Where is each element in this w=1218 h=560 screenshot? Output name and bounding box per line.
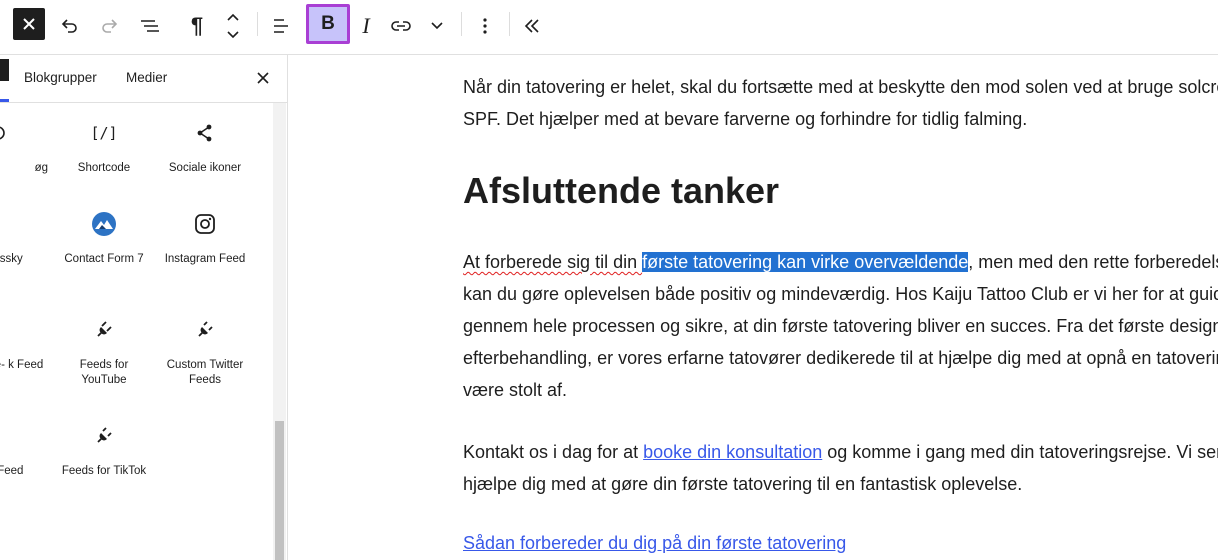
sidebar-scrollbar-thumb[interactable] bbox=[275, 421, 284, 560]
block-social-icons[interactable]: Sociale ikoner bbox=[160, 119, 250, 176]
block-custom-twitter-feeds[interactable]: Custom Twitter Feeds bbox=[160, 316, 250, 388]
text-run: At forberede sig til din bbox=[463, 252, 643, 272]
preparation-guide-link[interactable]: Sådan forbereder du dig på din første ta… bbox=[463, 527, 846, 559]
plugin-icon bbox=[97, 427, 112, 443]
close-panel-button[interactable] bbox=[254, 69, 272, 87]
block-facebook-feed[interactable]: m Face- k Feed bbox=[0, 316, 48, 373]
chevron-down-icon bbox=[431, 22, 443, 30]
document-overview-button[interactable] bbox=[136, 10, 164, 42]
selected-text[interactable]: første tatovering kan virke overvældende bbox=[642, 252, 969, 272]
close-icon bbox=[23, 18, 35, 30]
close-icon bbox=[257, 72, 269, 84]
link-icon bbox=[391, 21, 411, 31]
tab-patterns[interactable]: Blokgrupper bbox=[24, 70, 97, 85]
tag-icon bbox=[0, 214, 13, 234]
more-vertical-icon bbox=[483, 18, 487, 34]
tab-media[interactable]: Medier bbox=[126, 70, 167, 85]
undo-button[interactable] bbox=[55, 10, 83, 42]
plugin-icon bbox=[0, 321, 12, 339]
undo-icon bbox=[61, 19, 77, 33]
paragraph-icon: ¶ bbox=[190, 13, 204, 38]
paragraph-line: hjælpe dig med at gøre din første tatove… bbox=[463, 474, 1023, 494]
contact-form-7-icon bbox=[92, 212, 116, 236]
block-toolbar: ¶ B I bbox=[0, 0, 1218, 55]
block-type-button[interactable]: ¶ bbox=[184, 10, 210, 42]
italic-button[interactable]: I bbox=[352, 10, 380, 42]
chevron-down-icon bbox=[227, 31, 239, 39]
block-feeds-for-youtube[interactable]: Feeds for YouTube bbox=[59, 316, 149, 388]
bold-button[interactable]: B bbox=[306, 4, 350, 44]
paragraph-preparation[interactable]: At forberede sig til din første tatoveri… bbox=[463, 246, 1218, 406]
paragraph-line: gennem hele processen og sikre, at din f… bbox=[463, 316, 1218, 336]
link-button[interactable] bbox=[388, 10, 414, 42]
chevron-up-icon bbox=[227, 13, 239, 21]
block-grid: øg [/] Shortcode Sociale ikoner ordssky … bbox=[0, 103, 272, 560]
block-tag-cloud[interactable]: ordssky bbox=[0, 210, 48, 267]
paragraph-line: At forberede sig til din første tatoveri… bbox=[463, 246, 1218, 278]
move-block-control[interactable] bbox=[222, 6, 244, 46]
text-run: , men med den rette forberedelse bbox=[968, 252, 1218, 272]
align-text-button[interactable] bbox=[268, 10, 294, 42]
text-run: Kontakt os i dag for at bbox=[463, 442, 644, 462]
share-icon bbox=[197, 124, 212, 142]
block-contact-form-7[interactable]: Contact Form 7 bbox=[59, 210, 149, 267]
heading-final-thoughts[interactable]: Afsluttende tanker bbox=[463, 169, 779, 213]
toolbar-divider bbox=[257, 12, 258, 36]
paragraph-line: være stolt af. bbox=[463, 380, 568, 400]
paragraph-line: Kontakt os i dag for at booke din konsul… bbox=[463, 436, 1218, 468]
paragraph-contact[interactable]: Kontakt os i dag for at booke din konsul… bbox=[463, 436, 1218, 500]
plugin-icon bbox=[0, 427, 12, 445]
inserter-tabs: Blokgrupper Medier bbox=[0, 55, 287, 103]
redo-button[interactable] bbox=[96, 10, 124, 42]
active-tab-underline bbox=[0, 99, 9, 102]
options-button[interactable] bbox=[472, 10, 498, 42]
search-icon bbox=[0, 126, 5, 140]
align-left-icon bbox=[274, 19, 288, 33]
tab-blocks-indicator bbox=[0, 59, 9, 81]
paragraph-line: kan du gøre oplevelsen både positiv og m… bbox=[463, 284, 1218, 304]
paragraph-line: SPF. Det hjælper med at bevare farverne … bbox=[463, 109, 1028, 129]
paragraph-sun-protection[interactable]: Når din tatovering er helet, skal du for… bbox=[463, 71, 1218, 135]
block-search[interactable]: øg bbox=[0, 119, 48, 176]
shortcode-icon: [/] bbox=[90, 124, 118, 142]
block-shortcode[interactable]: [/] Shortcode bbox=[59, 119, 149, 176]
double-chevron-left-icon bbox=[524, 19, 539, 33]
text-run: og komme i gang med din tatoveringsrejse… bbox=[822, 442, 1218, 462]
collapse-toolbar-button[interactable] bbox=[519, 10, 545, 42]
redo-icon bbox=[102, 19, 118, 33]
more-formatting-button[interactable] bbox=[425, 10, 449, 42]
close-inserter-button[interactable] bbox=[13, 8, 45, 40]
paragraph-line: efterbehandling, er vores erfarne tatovø… bbox=[463, 348, 1218, 368]
toolbar-divider bbox=[461, 12, 462, 36]
toolbar-divider bbox=[509, 12, 510, 36]
block-feeds-for-tiktok[interactable]: Feeds for TikTok bbox=[59, 422, 149, 479]
plugin-icon bbox=[198, 321, 213, 337]
editor-canvas: Når din tatovering er helet, skal du for… bbox=[288, 55, 1218, 560]
block-instagram-feed[interactable]: Instagram Feed bbox=[160, 210, 250, 267]
list-view-icon bbox=[141, 20, 159, 32]
instagram-icon bbox=[195, 214, 215, 234]
booking-link[interactable]: booke din konsultation bbox=[643, 442, 822, 462]
plugin-icon bbox=[97, 321, 112, 337]
paragraph-line: Når din tatovering er helet, skal du for… bbox=[463, 77, 1218, 97]
block-inserter-panel: Blokgrupper Medier øg [/] Shortcode Soci… bbox=[0, 55, 288, 560]
block-reviews-feed[interactable]: vs Feed bbox=[0, 422, 48, 479]
